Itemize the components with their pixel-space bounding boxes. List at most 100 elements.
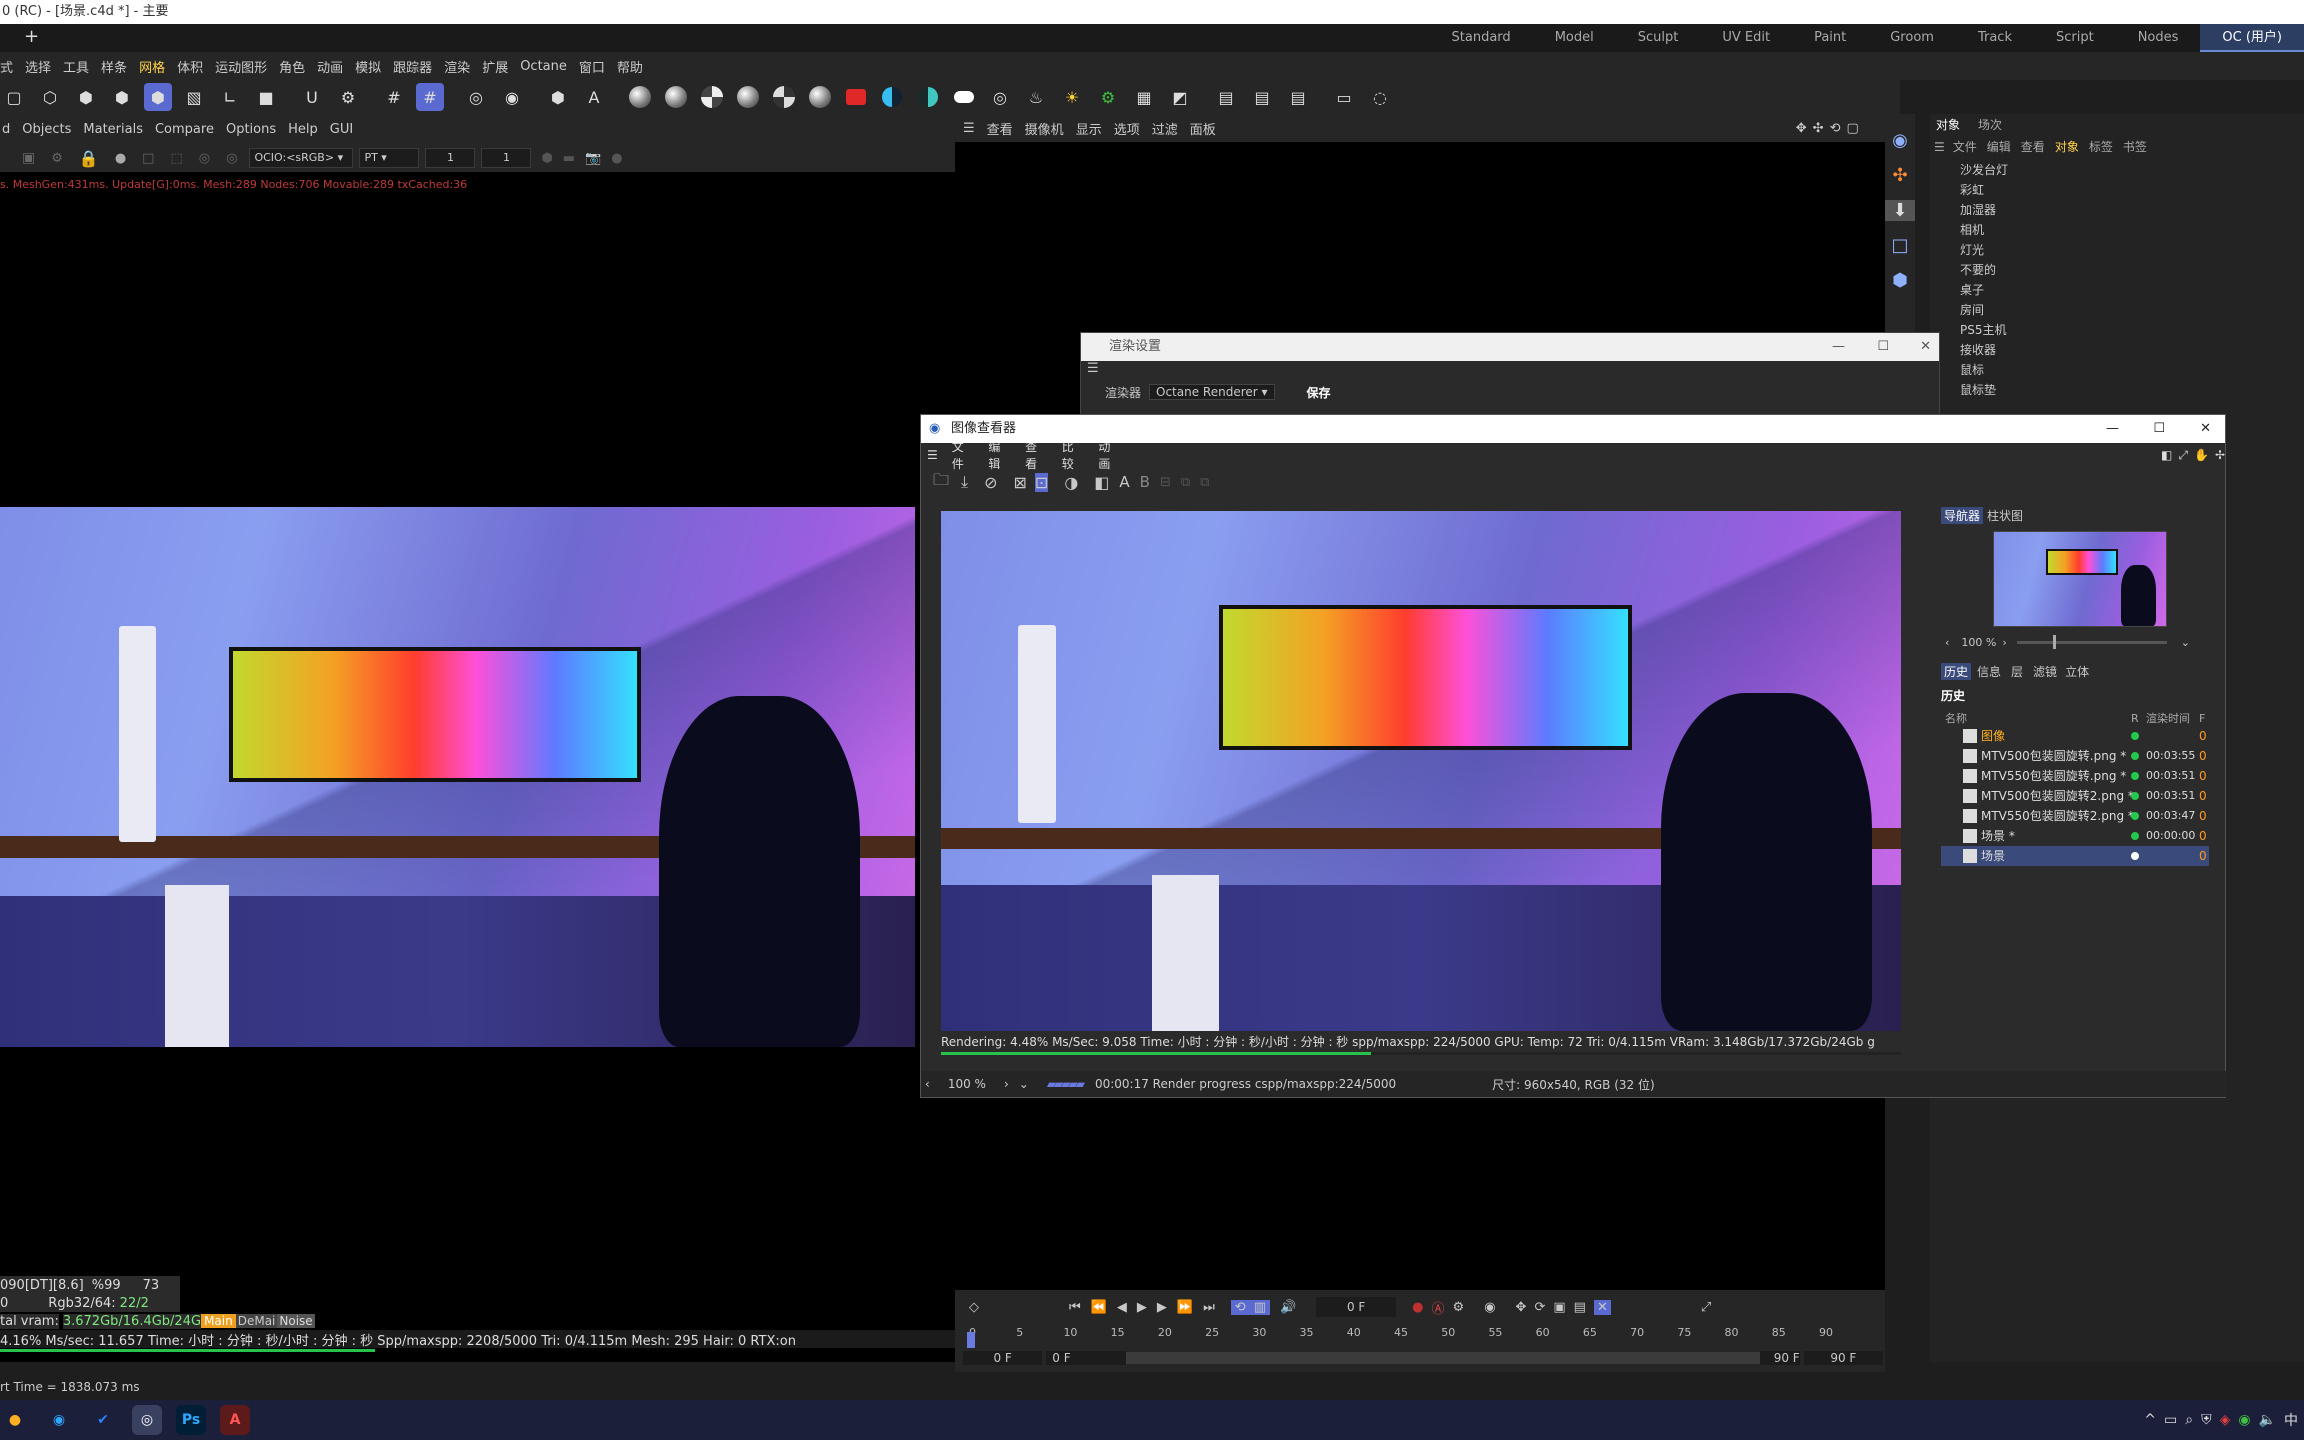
- todo-icon[interactable]: ✔: [88, 1405, 118, 1435]
- hdr-icon[interactable]: ◎: [226, 151, 237, 166]
- iv-menu-icon[interactable]: ☰: [927, 448, 938, 462]
- tray-shield-icon[interactable]: ⛨: [2201, 1412, 2212, 1428]
- iv-menu-view[interactable]: 查看: [1025, 438, 1048, 472]
- menu-item-simulate[interactable]: 模拟: [355, 57, 381, 76]
- target-icon[interactable]: ◉: [498, 83, 526, 111]
- menu-item-window[interactable]: 窗口: [579, 57, 605, 76]
- om-menu-icon[interactable]: ☰: [1934, 136, 1945, 158]
- live-viewer-menu-help[interactable]: Help: [288, 122, 318, 137]
- transform-icon[interactable]: ✣: [1885, 165, 1915, 186]
- magnet-icon[interactable]: U: [298, 83, 326, 111]
- scale-key-icon[interactable]: ▣: [1553, 1300, 1565, 1315]
- octane-live-viewer[interactable]: d Objects Materials Compare Options Help…: [0, 114, 955, 1362]
- maximize-icon[interactable]: ☐: [1877, 333, 1889, 361]
- cube-icon[interactable]: ⬢: [541, 151, 552, 166]
- menu-item-octane[interactable]: Octane: [520, 59, 567, 74]
- spot-light-icon[interactable]: ♨: [1022, 83, 1050, 111]
- pin-icon[interactable]: ✢: [2215, 448, 2225, 462]
- range-start-field[interactable]: 0 F: [963, 1351, 1043, 1365]
- region-icon[interactable]: ⊠: [1014, 473, 1027, 492]
- range-end-field[interactable]: 90 F: [1760, 1351, 1800, 1365]
- menu-item-select[interactable]: 选择: [25, 57, 51, 76]
- zoom-out-icon[interactable]: ‹: [1945, 636, 1949, 649]
- ocio-select[interactable]: OCIO:<sRGB> ▾: [249, 148, 354, 168]
- menu-item-tracker[interactable]: 跟踪器: [393, 57, 432, 76]
- pick-icon[interactable]: □: [142, 151, 154, 166]
- pan-icon[interactable]: ✥: [1796, 121, 1807, 136]
- menu-item-render[interactable]: 渲染: [444, 57, 470, 76]
- render-flag-icon[interactable]: ◉: [1885, 130, 1915, 151]
- mat-icon[interactable]: ◎: [199, 151, 210, 166]
- menu-item-help[interactable]: 帮助: [617, 57, 643, 76]
- record-key-icon[interactable]: ●: [1412, 1300, 1423, 1315]
- zoom-prev-icon[interactable]: ‹: [925, 1077, 930, 1091]
- menu-item-animate[interactable]: 动画: [317, 57, 343, 76]
- octane-object-icon[interactable]: ⬢: [544, 83, 572, 111]
- edge-mode-icon[interactable]: ⬢: [72, 83, 100, 111]
- snapshot-icon[interactable]: 📷: [585, 151, 601, 166]
- live-viewer-menu-objects[interactable]: Objects: [22, 122, 71, 137]
- list-item[interactable]: 房间: [1930, 300, 2304, 320]
- gear-green-icon[interactable]: ⚙: [1094, 83, 1122, 111]
- layout-track[interactable]: Track: [1956, 24, 2034, 52]
- zoom-menu-icon[interactable]: ⌄: [1019, 1077, 1029, 1091]
- tray-ime-icon[interactable]: 中: [2284, 1410, 2298, 1430]
- edge-icon[interactable]: ◉: [44, 1405, 74, 1435]
- table-row[interactable]: MTV550包装圆旋转.png * 00:03:51 0: [1941, 766, 2209, 786]
- area-light-icon[interactable]: [950, 83, 978, 111]
- current-frame-field[interactable]: 0 F: [1316, 1297, 1397, 1317]
- next-frame-icon[interactable]: ▶: [1157, 1300, 1167, 1315]
- acrobat-icon[interactable]: A: [220, 1405, 250, 1435]
- tray-volume-icon[interactable]: 🔈: [2259, 1412, 2276, 1428]
- iv-menu-file[interactable]: 文件: [952, 438, 975, 472]
- iv-menu-animate[interactable]: 动画: [1098, 438, 1121, 472]
- loop-icon[interactable]: ⟲: [1230, 1299, 1250, 1315]
- list-item[interactable]: 接收器: [1930, 340, 2304, 360]
- minimize-icon[interactable]: —: [1832, 333, 1845, 361]
- zoom-next-icon[interactable]: ›: [1004, 1077, 1009, 1091]
- axis-mode-icon[interactable]: ∟: [216, 83, 244, 111]
- close-icon[interactable]: ✕: [1920, 333, 1931, 361]
- goto-start-icon[interactable]: ⏮: [1069, 1300, 1081, 1315]
- uv-mode-icon[interactable]: ▧: [180, 83, 208, 111]
- tab-objects[interactable]: 对象: [1936, 114, 1960, 136]
- open-folder-icon[interactable]: 🗀: [933, 469, 949, 496]
- viewport-menu-options[interactable]: 选项: [1114, 119, 1140, 138]
- table-row[interactable]: MTV550包装圆旋转2.png * 00:03:47 0: [1941, 806, 2209, 826]
- material-sphere-3-icon[interactable]: [698, 83, 726, 111]
- layout-toggle-icon[interactable]: ◧: [2161, 448, 2172, 462]
- move-icon[interactable]: ✣: [1813, 121, 1824, 136]
- tab-navigator[interactable]: 导航器: [1941, 506, 1984, 524]
- rect-icon[interactable]: ▬: [563, 151, 575, 166]
- snap-settings-icon[interactable]: ⚙: [334, 83, 362, 111]
- material-sphere-2-icon[interactable]: [662, 83, 690, 111]
- tab-info[interactable]: 信息: [1977, 663, 2001, 680]
- live-viewer-menu-gui[interactable]: GUI: [330, 122, 353, 137]
- range-slider[interactable]: [1125, 1352, 1761, 1364]
- menu-item-mograph[interactable]: 运动图形: [215, 57, 267, 76]
- close-icon[interactable]: ✕: [2200, 415, 2211, 443]
- tray-app-icon[interactable]: ◈: [2220, 1412, 2231, 1428]
- layout-uv-edit[interactable]: UV Edit: [1700, 24, 1792, 52]
- full-frame-icon[interactable]: ⊡: [1034, 472, 1049, 492]
- table-row[interactable]: MTV500包装圆旋转.png * 00:03:55 0: [1941, 746, 2209, 766]
- list-item[interactable]: 鼠标垫: [1930, 380, 2304, 400]
- model-mode-icon[interactable]: ⬢: [144, 83, 172, 111]
- swap-icon[interactable]: ⊟: [1160, 475, 1171, 490]
- viewport-menu-view[interactable]: 查看: [987, 119, 1013, 138]
- zoom-dropdown-icon[interactable]: ⌄: [2181, 636, 2190, 649]
- keyframe-icon[interactable]: ◇: [969, 1300, 979, 1315]
- target-light-icon[interactable]: ◎: [986, 83, 1014, 111]
- rendered-image[interactable]: [941, 511, 1901, 1031]
- render-settings-icon[interactable]: ▤: [1284, 83, 1312, 111]
- rotate-icon[interactable]: ⟲: [1830, 121, 1841, 136]
- camera-icon[interactable]: [842, 83, 870, 111]
- sound-icon[interactable]: 🔊: [1280, 1300, 1296, 1315]
- prev-frame-icon[interactable]: ◀: [1117, 1300, 1127, 1315]
- snap-grid-icon[interactable]: #: [416, 83, 444, 111]
- navigator-thumbnail[interactable]: [1993, 531, 2167, 627]
- menu-item-character[interactable]: 角色: [279, 57, 305, 76]
- explorer-icon[interactable]: ●: [0, 1405, 30, 1435]
- list-item[interactable]: 鼠标: [1930, 360, 2304, 380]
- tray-wechat-icon[interactable]: ◉: [2238, 1412, 2250, 1428]
